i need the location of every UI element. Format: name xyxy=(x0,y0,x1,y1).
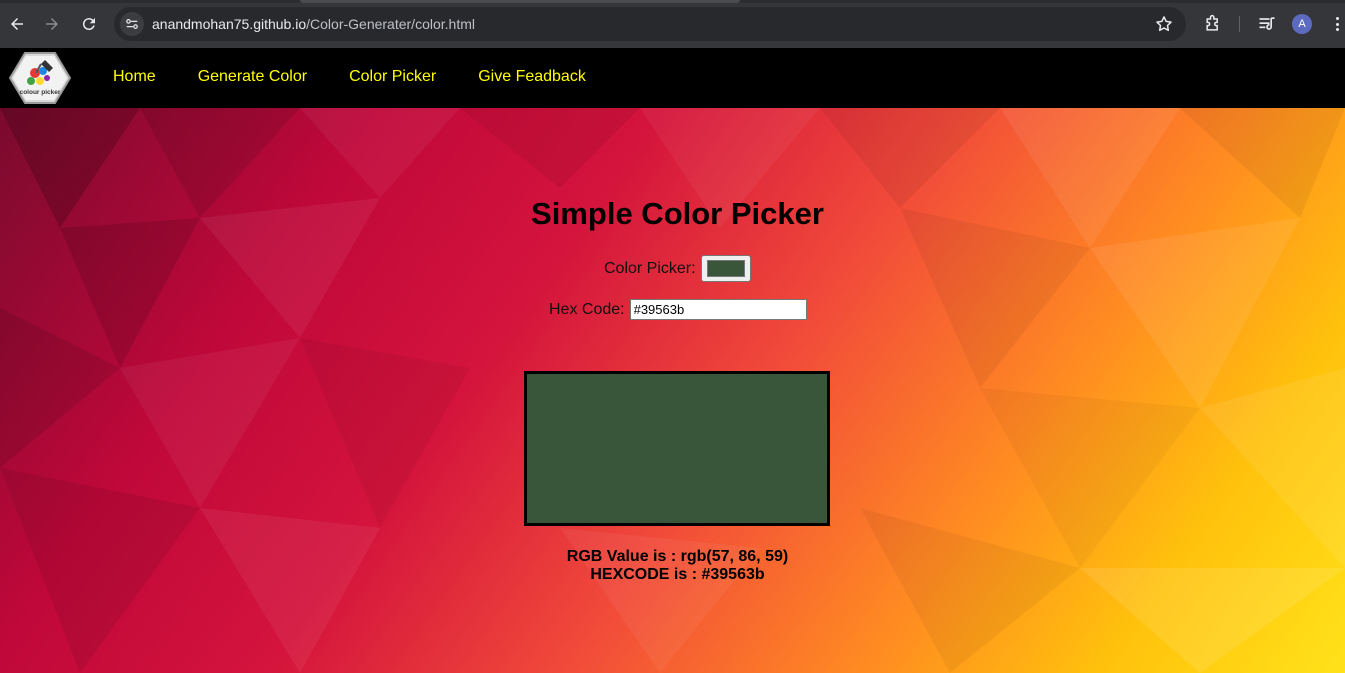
web-page: colour picker Home Generate Color Color … xyxy=(0,48,1345,673)
rgb-value-text: RGB Value is : rgb(57, 86, 59) xyxy=(566,548,789,565)
page-title: Simple Color Picker xyxy=(531,196,824,231)
color-picker-row: Color Picker: xyxy=(604,255,751,282)
url-host: anandmohan75.github.io xyxy=(152,16,307,32)
forward-button[interactable] xyxy=(39,11,65,37)
site-info-button[interactable] xyxy=(120,12,144,36)
color-preview-box xyxy=(524,371,830,526)
back-arrow-icon xyxy=(11,18,23,30)
toolbar-divider xyxy=(1239,16,1240,32)
color-picker-input[interactable] xyxy=(700,255,751,282)
active-tab-edge[interactable] xyxy=(300,0,740,3)
address-bar[interactable]: anandmohan75.github.io/Color-Generater/c… xyxy=(114,7,1186,41)
profile-avatar[interactable]: A xyxy=(1292,14,1312,34)
extensions-icon xyxy=(1206,14,1218,31)
reload-icon xyxy=(82,18,95,31)
reading-list-button[interactable] xyxy=(1256,13,1278,35)
color-swatch xyxy=(706,260,745,277)
site-info-icon xyxy=(126,19,138,29)
hex-code-row: Hex Code: xyxy=(549,299,807,320)
color-result: RGB Value is : rgb(57, 86, 59) HEXCODE i… xyxy=(0,548,1345,584)
hex-code-input[interactable] xyxy=(629,299,807,320)
reading-list-icon xyxy=(1259,17,1275,30)
kebab-menu-icon[interactable] xyxy=(1332,14,1342,34)
back-button[interactable] xyxy=(4,11,30,37)
site-navbar: colour picker Home Generate Color Color … xyxy=(0,48,1345,108)
colour-picker-logo[interactable]: colour picker xyxy=(9,51,71,105)
star-icon[interactable] xyxy=(1154,14,1174,34)
hexcode-text: HEXCODE is : #39563b xyxy=(590,566,765,583)
nav-home[interactable]: Home xyxy=(113,68,156,86)
nav-generate-color[interactable]: Generate Color xyxy=(198,68,307,86)
forward-arrow-icon xyxy=(46,18,58,30)
nav-give-feedback[interactable]: Give Feadback xyxy=(478,68,586,86)
low-poly-background: Simple Color Picker Color Picker: Hex Co… xyxy=(0,108,1345,673)
reload-button[interactable] xyxy=(76,11,102,37)
browser-toolbar: anandmohan75.github.io/Color-Generater/c… xyxy=(0,0,1345,48)
extensions-button[interactable] xyxy=(1202,13,1224,35)
hex-code-label: Hex Code: xyxy=(549,300,625,318)
nav-color-picker[interactable]: Color Picker xyxy=(349,68,436,86)
color-picker-label: Color Picker: xyxy=(604,259,696,277)
url-text[interactable]: anandmohan75.github.io/Color-Generater/c… xyxy=(152,16,475,32)
logo-text: colour picker xyxy=(20,89,61,96)
site-nav-links: Home Generate Color Color Picker Give Fe… xyxy=(113,68,628,86)
url-path: /Color-Generater/color.html xyxy=(306,16,475,32)
